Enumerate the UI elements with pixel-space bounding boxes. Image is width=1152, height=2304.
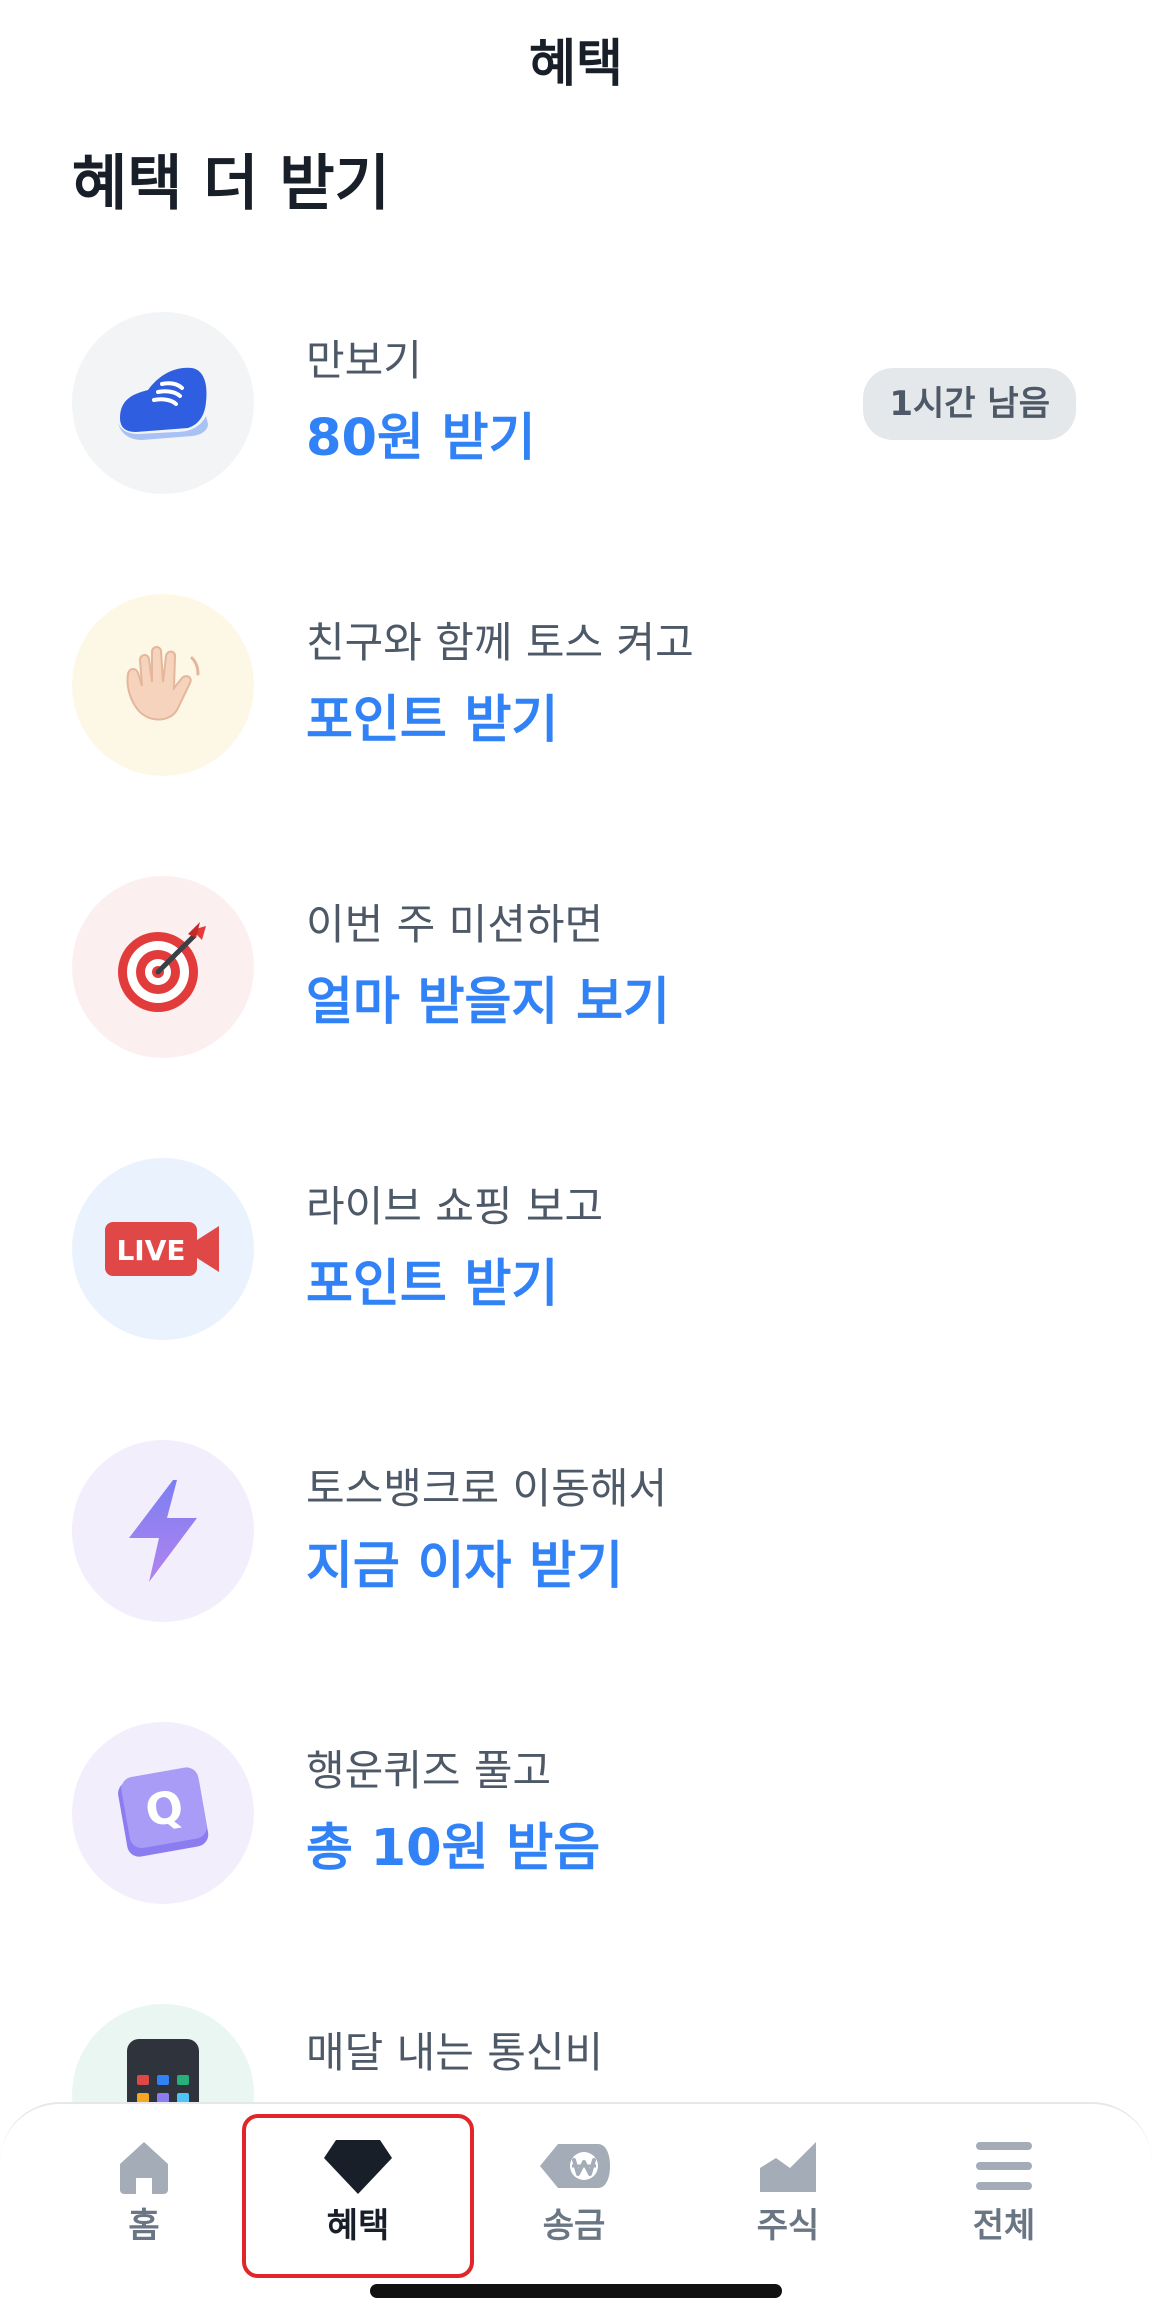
benefit-description: 이번 주 미션하면 [306, 900, 604, 949]
live-label: LIVE [116, 1234, 185, 1267]
benefit-list: 만보기 80원 받기 1시간 남음 친구와 함께 토스 켜고 포인트 받기 이번… [0, 310, 1152, 2110]
sneaker-icon [118, 367, 208, 440]
tab-home[interactable]: 홈 [54, 2134, 234, 2264]
benefit-icon-wrapper [72, 312, 254, 494]
waving-hand-icon [126, 646, 200, 721]
benefit-action: 총 10원 받음 [306, 1819, 601, 1878]
tab-label: 혜택 [326, 2206, 390, 2246]
home-indicator[interactable] [370, 2284, 782, 2298]
benefit-action: 포인트 받기 [306, 691, 559, 750]
stock-chart-icon [760, 2142, 816, 2192]
benefit-action: 80원 받기 [306, 409, 536, 468]
benefit-icon-wrapper: LIVE [72, 1158, 254, 1340]
won-transfer-icon [540, 2144, 610, 2188]
tab-label: 주식 [756, 2206, 820, 2246]
benefit-action: 지금 이자 받기 [306, 1537, 624, 1596]
benefit-item-pedometer[interactable]: 만보기 80원 받기 1시간 남음 [0, 310, 1152, 496]
benefit-item-friends[interactable]: 친구와 함께 토스 켜고 포인트 받기 [0, 592, 1152, 778]
benefit-item-toss-bank[interactable]: 토스뱅크로 이동해서 지금 이자 받기 [0, 1438, 1152, 1624]
quiz-q-icon: Q [118, 1767, 209, 1857]
benefit-action: 얼마 받을지 보기 [306, 973, 670, 1032]
benefit-item-telecom[interactable]: 매달 내는 통신비 [0, 2002, 1152, 2110]
benefit-icon-wrapper: Q [72, 1722, 254, 1904]
time-left-badge: 1시간 남음 [863, 368, 1076, 440]
tab-transfer[interactable]: 송금 [484, 2134, 664, 2264]
benefit-item-live-shopping[interactable]: LIVE 라이브 쇼핑 보고 포인트 받기 [0, 1156, 1152, 1342]
benefit-icon-wrapper [72, 876, 254, 1058]
benefit-icon-wrapper [72, 2004, 254, 2110]
tab-all[interactable]: 전체 [914, 2134, 1094, 2264]
tab-stocks[interactable]: 주식 [698, 2134, 878, 2264]
benefit-action: 포인트 받기 [306, 1255, 559, 1314]
benefit-description: 토스뱅크로 이동해서 [306, 1464, 668, 1513]
menu-icon [976, 2142, 1032, 2190]
tab-label: 전체 [972, 2206, 1036, 2246]
benefit-icon-wrapper [72, 594, 254, 776]
benefit-icon-wrapper [72, 1440, 254, 1622]
phone-icon [127, 2039, 199, 2110]
benefit-item-mission[interactable]: 이번 주 미션하면 얼마 받을지 보기 [0, 874, 1152, 1060]
tab-benefits[interactable]: 혜택 [268, 2134, 448, 2264]
benefit-description: 만보기 [306, 336, 422, 385]
benefit-description: 라이브 쇼핑 보고 [306, 1182, 604, 1231]
dart-target-icon [118, 922, 206, 1012]
tab-label: 송금 [542, 2206, 606, 2246]
section-title: 혜택 더 받기 [72, 149, 390, 219]
gem-icon [324, 2140, 392, 2194]
benefit-description: 매달 내는 통신비 [306, 2028, 604, 2077]
benefit-description: 행운퀴즈 풀고 [306, 1746, 552, 1795]
benefit-item-quiz[interactable]: Q 행운퀴즈 풀고 총 10원 받음 [0, 1720, 1152, 1906]
page-title: 혜택 [529, 35, 623, 94]
lightning-icon [129, 1480, 197, 1582]
benefit-description: 친구와 함께 토스 켜고 [306, 618, 694, 667]
tab-label: 홈 [128, 2206, 160, 2246]
live-camera-icon: LIVE [105, 1222, 219, 1276]
bottom-tab-bar: 홈 혜택 송금 주식 전체 [0, 2102, 1152, 2304]
home-icon [120, 2142, 168, 2194]
